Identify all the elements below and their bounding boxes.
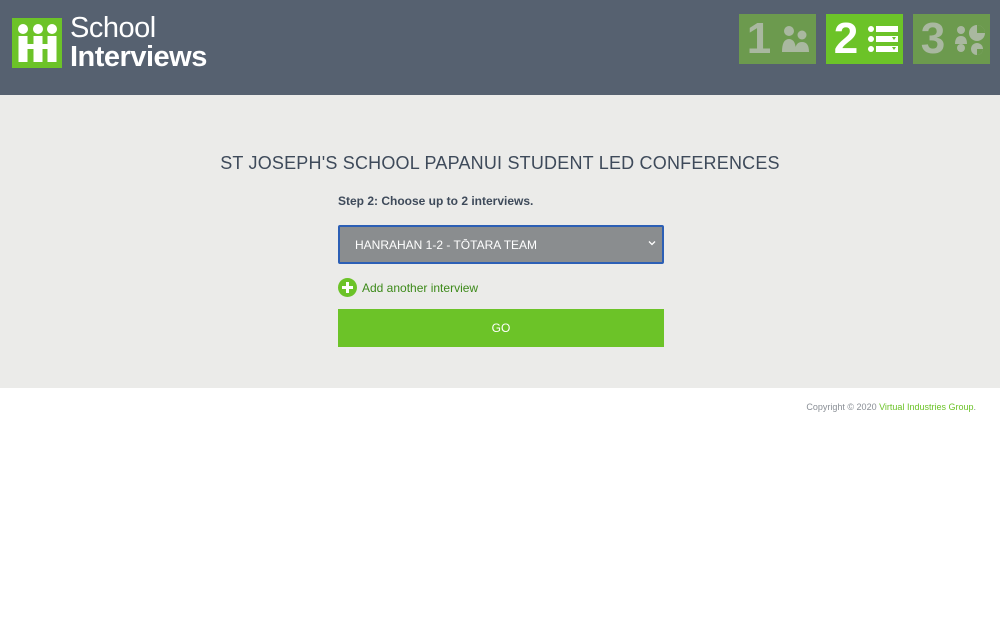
add-another-interview-label: Add another interview: [362, 280, 479, 295]
page-title: ST JOSEPH'S SCHOOL PAPANUI STUDENT LED C…: [220, 153, 780, 173]
step-3-number: 3: [920, 14, 946, 63]
interview-select-value: HANRAHAN 1-2 - TŌTARA TEAM: [355, 237, 538, 252]
logo-people-icon: [12, 18, 62, 68]
copyright-suffix: .: [973, 402, 976, 412]
school-interviews-logo[interactable]: School Interviews: [12, 14, 207, 72]
list-icon: [868, 26, 898, 52]
main-panel: ST JOSEPH'S SCHOOL PAPANUI STUDENT LED C…: [0, 95, 1000, 388]
add-another-interview-link[interactable]: Add another interview: [338, 278, 664, 297]
logo-wordmark: School Interviews: [70, 14, 207, 72]
interview-form: Step 2: Choose up to 2 interviews. HANRA…: [338, 194, 664, 347]
company-link[interactable]: Virtual Industries Group: [879, 402, 973, 412]
step-instruction: Step 2: Choose up to 2 interviews.: [338, 194, 534, 208]
schedule-icon: [955, 25, 985, 55]
people-icon: [782, 26, 809, 52]
logo-line-interviews: Interviews: [70, 41, 207, 73]
app-header: School Interviews 1 2 3: [0, 0, 1000, 95]
logo-line-school: School: [70, 12, 156, 44]
chevron-down-icon: [648, 241, 656, 246]
step-2[interactable]: 2: [826, 14, 903, 64]
interview-select[interactable]: HANRAHAN 1-2 - TŌTARA TEAM: [338, 225, 664, 264]
step-2-number: 2: [833, 14, 859, 63]
plus-circle-icon: [338, 278, 357, 297]
footer-copyright: Copyright © 2020 Virtual Industries Grou…: [806, 402, 976, 412]
step-3[interactable]: 3: [913, 14, 990, 64]
go-button[interactable]: GO: [338, 309, 664, 347]
step-indicator: 1 2 3: [739, 14, 990, 64]
step-1-number: 1: [746, 14, 772, 63]
copyright-text: Copyright © 2020: [806, 402, 877, 412]
step-1[interactable]: 1: [739, 14, 816, 64]
